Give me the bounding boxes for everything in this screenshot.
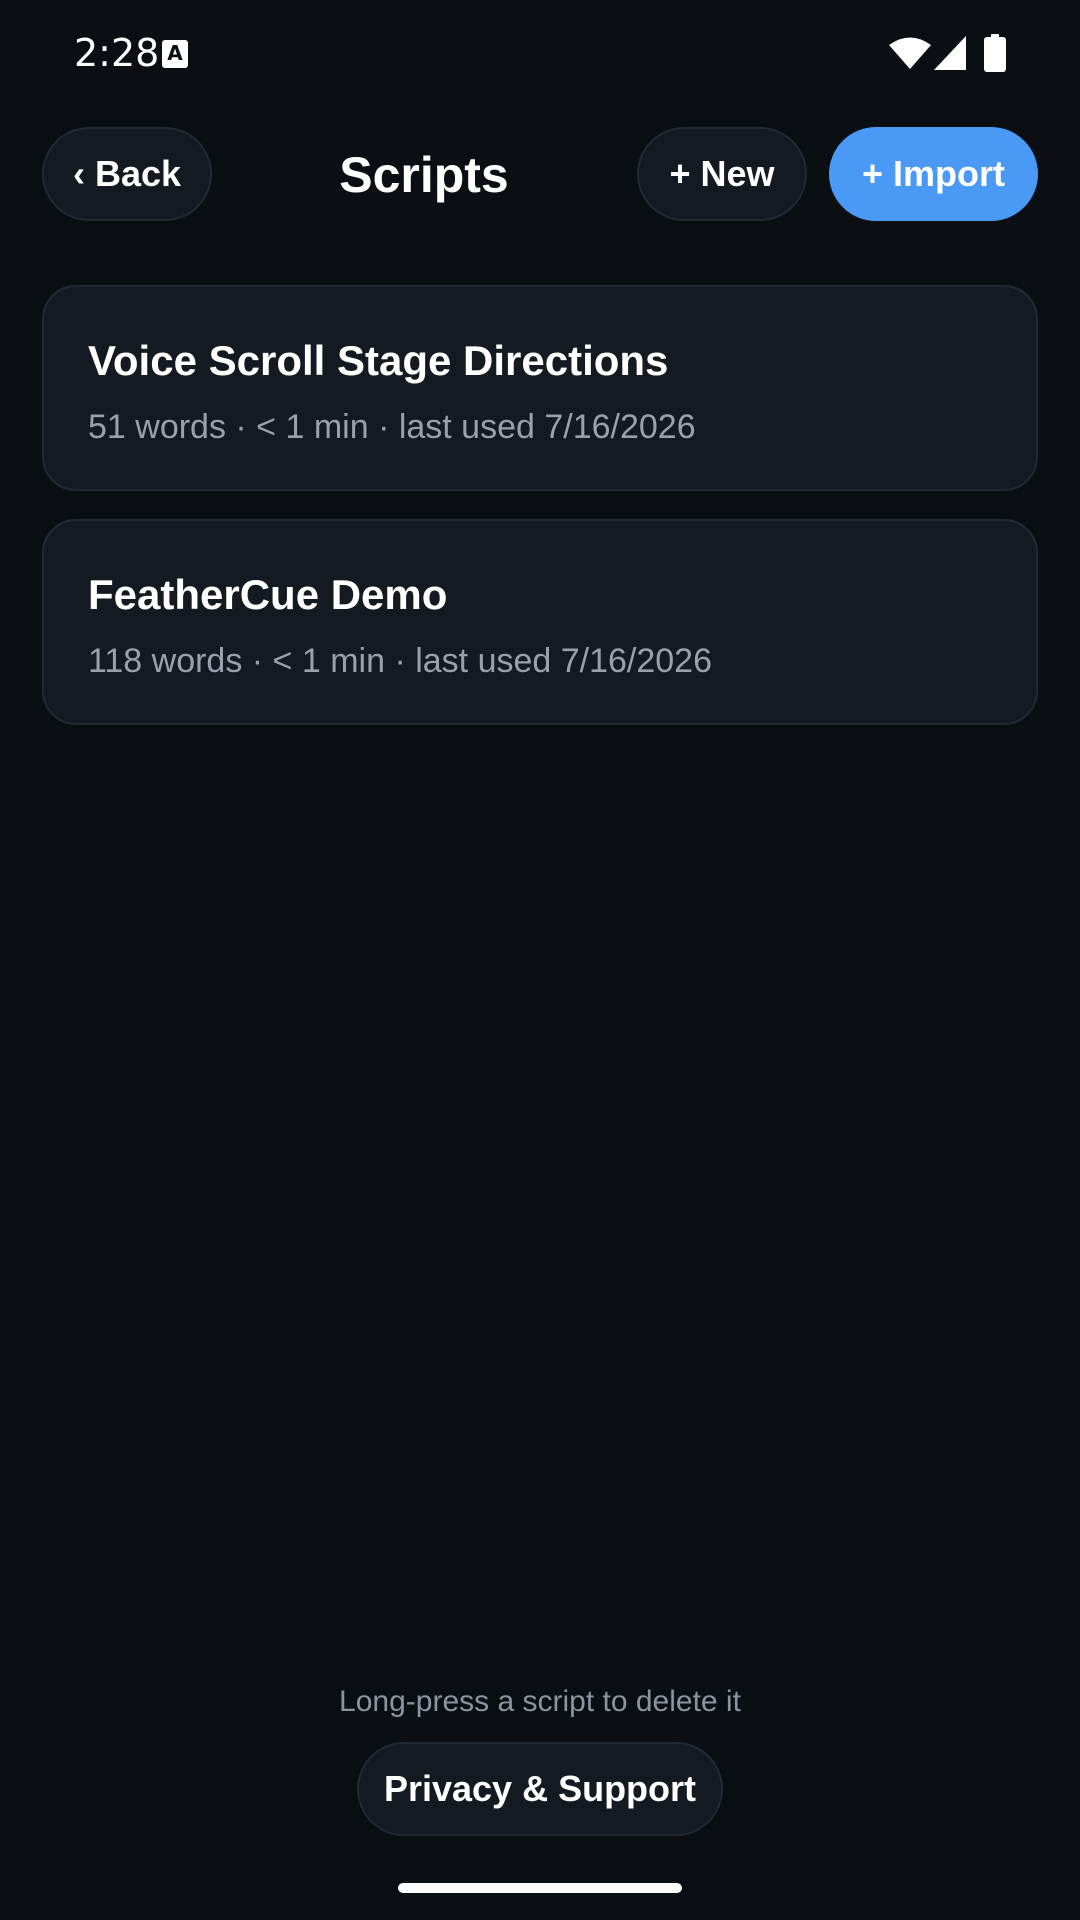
a-notification-icon-letter: A xyxy=(167,41,183,65)
script-title: Voice Scroll Stage Directions xyxy=(88,337,669,384)
import-script-button[interactable]: + Import xyxy=(829,127,1038,221)
a-notification-icon: A xyxy=(162,40,188,68)
script-card[interactable]: FeatherCue Demo 118 words · < 1 min · la… xyxy=(42,519,1038,725)
script-card[interactable]: Voice Scroll Stage Directions 51 words ·… xyxy=(42,285,1038,491)
script-title: FeatherCue Demo xyxy=(88,571,448,618)
new-script-button[interactable]: + New xyxy=(637,127,807,221)
page-title: Scripts xyxy=(339,147,509,203)
script-meta: 51 words · < 1 min · last used 7/16/2026 xyxy=(88,408,696,446)
battery-icon xyxy=(984,34,1006,72)
status-bar: 2:28 A xyxy=(0,0,1080,108)
delete-hint: Long-press a script to delete it xyxy=(339,1685,741,1718)
home-indicator[interactable] xyxy=(398,1883,682,1893)
back-button[interactable]: ‹ Back xyxy=(42,127,212,221)
status-time: 2:28 xyxy=(74,31,160,75)
privacy-support-button[interactable]: Privacy & Support xyxy=(357,1742,723,1836)
signal-icon xyxy=(934,36,966,70)
script-meta: 118 words · < 1 min · last used 7/16/202… xyxy=(88,642,713,680)
wifi-icon xyxy=(889,37,931,69)
